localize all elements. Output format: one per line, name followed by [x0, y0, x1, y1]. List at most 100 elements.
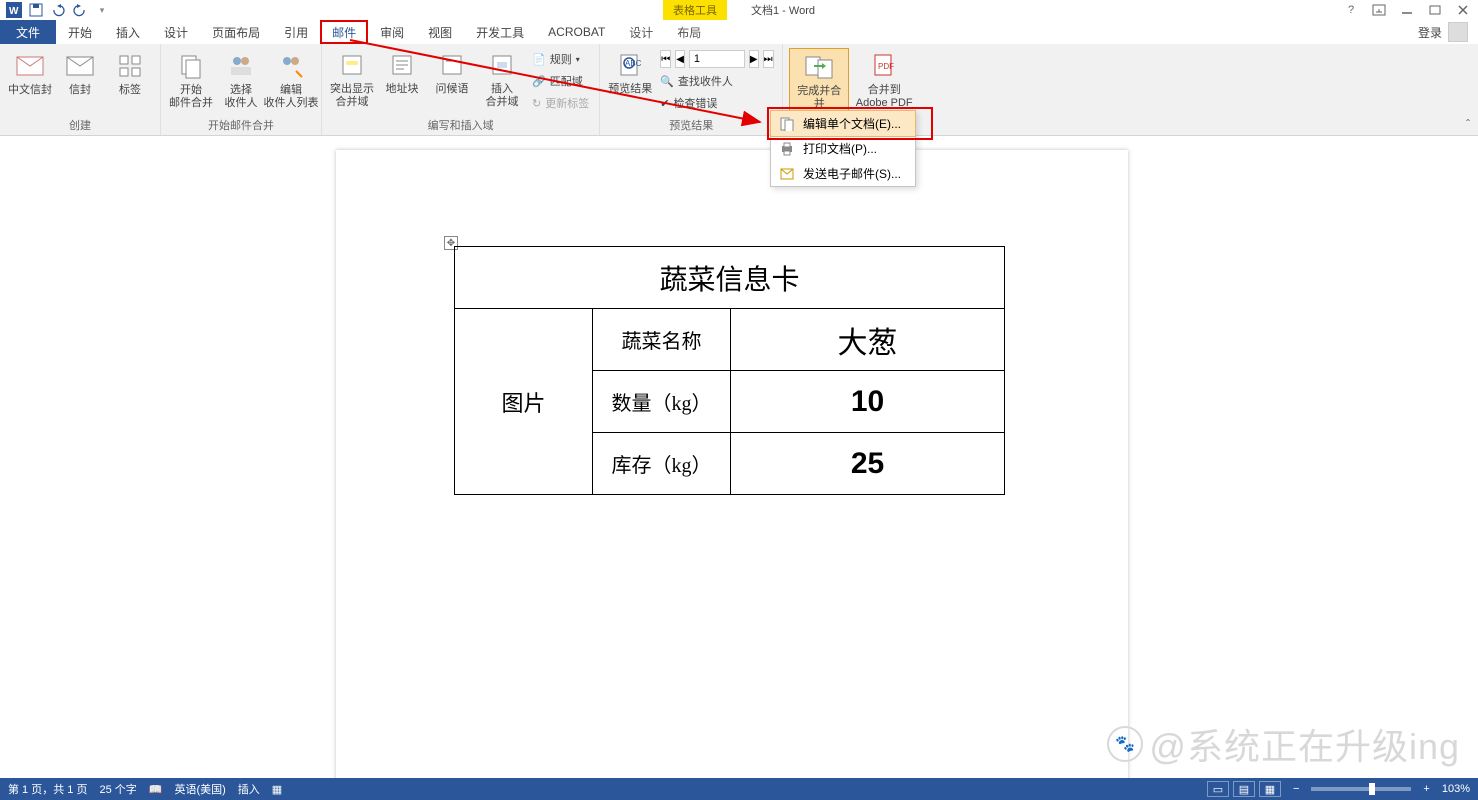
merge-to-pdf-button[interactable]: PDF 合并到 Adobe PDF	[851, 48, 917, 112]
help-icon[interactable]: ?	[1342, 1, 1360, 19]
labels-button[interactable]: 标签	[106, 48, 154, 99]
tab-table-layout[interactable]: 布局	[665, 20, 713, 44]
envelope-cn-icon	[14, 50, 46, 82]
edit-doc-icon	[779, 116, 795, 132]
view-read-icon[interactable]: ▭	[1207, 781, 1229, 797]
title-bar: W ▾ 表格工具 文档1 - Word ?	[0, 0, 1478, 20]
prev-record-button[interactable]: ◀	[675, 50, 685, 68]
group-start-label: 开始邮件合并	[167, 115, 315, 133]
table-image-cell[interactable]: 图片	[455, 309, 593, 495]
tab-table-design[interactable]: 设计	[617, 20, 665, 44]
table-qty-label[interactable]: 数量（kg）	[593, 371, 731, 433]
status-insert-mode[interactable]: 插入	[238, 781, 260, 797]
tab-view[interactable]: 视图	[416, 20, 464, 44]
login-area[interactable]: 登录	[1418, 20, 1478, 44]
rules-button[interactable]: 📄规则▾	[532, 49, 589, 69]
status-macro-icon[interactable]: ▦	[272, 783, 282, 796]
tab-developer[interactable]: 开发工具	[464, 20, 536, 44]
find-recipient-button[interactable]: 🔍查找收件人	[660, 71, 772, 91]
search-icon: 🔍	[660, 75, 674, 88]
dropdown-edit-label: 编辑单个文档(E)...	[803, 115, 901, 132]
status-language[interactable]: 英语(美国)	[174, 781, 225, 797]
table-name-label[interactable]: 蔬菜名称	[593, 309, 731, 371]
tab-home[interactable]: 开始	[56, 20, 104, 44]
redo-icon[interactable]	[72, 2, 88, 18]
maximize-icon[interactable]	[1426, 1, 1444, 19]
rules-icon: 📄	[532, 53, 546, 66]
dropdown-print-label: 打印文档(P)...	[803, 140, 877, 157]
print-icon	[779, 141, 795, 157]
title-right: ?	[1342, 1, 1478, 19]
check-errors-button[interactable]: ✔检查错误	[660, 93, 772, 113]
close-icon[interactable]	[1454, 1, 1472, 19]
dropdown-email-label: 发送电子邮件(S)...	[803, 165, 901, 182]
first-record-button[interactable]: ⏮	[660, 50, 671, 68]
info-card-table[interactable]: 蔬菜信息卡 图片 蔬菜名称 大葱 数量（kg） 10 库存（kg） 25	[454, 246, 1005, 495]
login-label: 登录	[1418, 24, 1442, 41]
document-title: 文档1 - Word	[751, 2, 815, 18]
svg-text:W: W	[9, 6, 19, 17]
preview-results-button[interactable]: ABC 预览结果	[606, 47, 654, 98]
status-page[interactable]: 第 1 页，共 1 页	[8, 781, 87, 797]
undo-icon[interactable]	[50, 2, 66, 18]
tab-design[interactable]: 设计	[152, 20, 200, 44]
minimize-icon[interactable]	[1398, 1, 1416, 19]
document-area[interactable]: ✥ 蔬菜信息卡 图片 蔬菜名称 大葱 数量（kg） 10 库存（kg） 25	[0, 136, 1478, 778]
dropdown-print[interactable]: 打印文档(P)...	[771, 136, 915, 161]
table-title-cell[interactable]: 蔬菜信息卡	[455, 247, 1005, 309]
table-name-value[interactable]: 大葱	[731, 309, 1005, 371]
quick-access-toolbar: W ▾	[0, 2, 116, 18]
status-words[interactable]: 25 个字	[99, 781, 136, 797]
greeting-line-button[interactable]: 问候语	[428, 47, 476, 98]
edit-recipients-button[interactable]: 编辑 收件人列表	[267, 48, 315, 112]
select-recipients-button[interactable]: 选择 收件人	[217, 48, 265, 112]
dropdown-email[interactable]: 发送电子邮件(S)...	[771, 161, 915, 186]
status-spell-icon[interactable]: 📖	[149, 783, 163, 796]
tab-page-layout[interactable]: 页面布局	[200, 20, 272, 44]
cn-envelope-button[interactable]: 中文信封	[6, 48, 54, 99]
tab-insert[interactable]: 插入	[104, 20, 152, 44]
collapse-ribbon-icon[interactable]: ˆ	[1466, 117, 1470, 131]
zoom-in-button[interactable]: +	[1423, 783, 1429, 795]
start-merge-icon	[175, 50, 207, 82]
zoom-level[interactable]: 103%	[1442, 783, 1470, 795]
address-block-button[interactable]: 地址块	[378, 47, 426, 98]
qat-customize-icon[interactable]: ▾	[94, 2, 110, 18]
title-center: 表格工具 文档1 - Word	[663, 0, 815, 20]
tab-review[interactable]: 审阅	[368, 20, 416, 44]
tab-mailings[interactable]: 邮件	[320, 20, 368, 44]
email-icon	[779, 166, 795, 182]
table-qty-value[interactable]: 10	[731, 371, 1005, 433]
tab-acrobat[interactable]: ACROBAT	[536, 20, 617, 44]
word-app-icon: W	[6, 2, 22, 18]
group-write-label: 编写和插入域	[328, 115, 593, 133]
ribbon-options-icon[interactable]	[1370, 1, 1388, 19]
last-record-button[interactable]: ⏭	[763, 50, 774, 68]
dropdown-edit-documents[interactable]: 编辑单个文档(E)...	[771, 111, 915, 136]
tab-file[interactable]: 文件	[0, 20, 56, 44]
highlight-icon	[336, 49, 368, 81]
highlight-fields-button[interactable]: 突出显示 合并域	[328, 47, 376, 111]
view-print-icon[interactable]: ▤	[1233, 781, 1255, 797]
labels-icon	[114, 50, 146, 82]
insert-field-button[interactable]: 插入 合并域	[478, 47, 526, 111]
finish-icon	[803, 51, 835, 83]
preview-icon: ABC	[614, 49, 646, 81]
update-icon: ↻	[532, 97, 541, 110]
record-nav: ⏮ ◀ ▶ ⏭	[660, 49, 772, 69]
edit-list-icon	[275, 50, 307, 82]
start-merge-button[interactable]: 开始 邮件合并	[167, 48, 215, 112]
match-fields-button[interactable]: 🔗匹配域	[532, 71, 589, 91]
zoom-out-button[interactable]: −	[1293, 783, 1299, 795]
view-web-icon[interactable]: ▦	[1259, 781, 1281, 797]
next-record-button[interactable]: ▶	[749, 50, 759, 68]
zoom-slider[interactable]	[1311, 787, 1411, 791]
tab-references[interactable]: 引用	[272, 20, 320, 44]
table-stock-value[interactable]: 25	[731, 433, 1005, 495]
ribbon-tabs: 文件 开始 插入 设计 页面布局 引用 邮件 审阅 视图 开发工具 ACROBA…	[0, 20, 1478, 44]
record-number-input[interactable]	[689, 50, 745, 68]
envelope-button[interactable]: 信封	[56, 48, 104, 99]
greeting-icon	[436, 49, 468, 81]
table-stock-label[interactable]: 库存（kg）	[593, 433, 731, 495]
save-icon[interactable]	[28, 2, 44, 18]
